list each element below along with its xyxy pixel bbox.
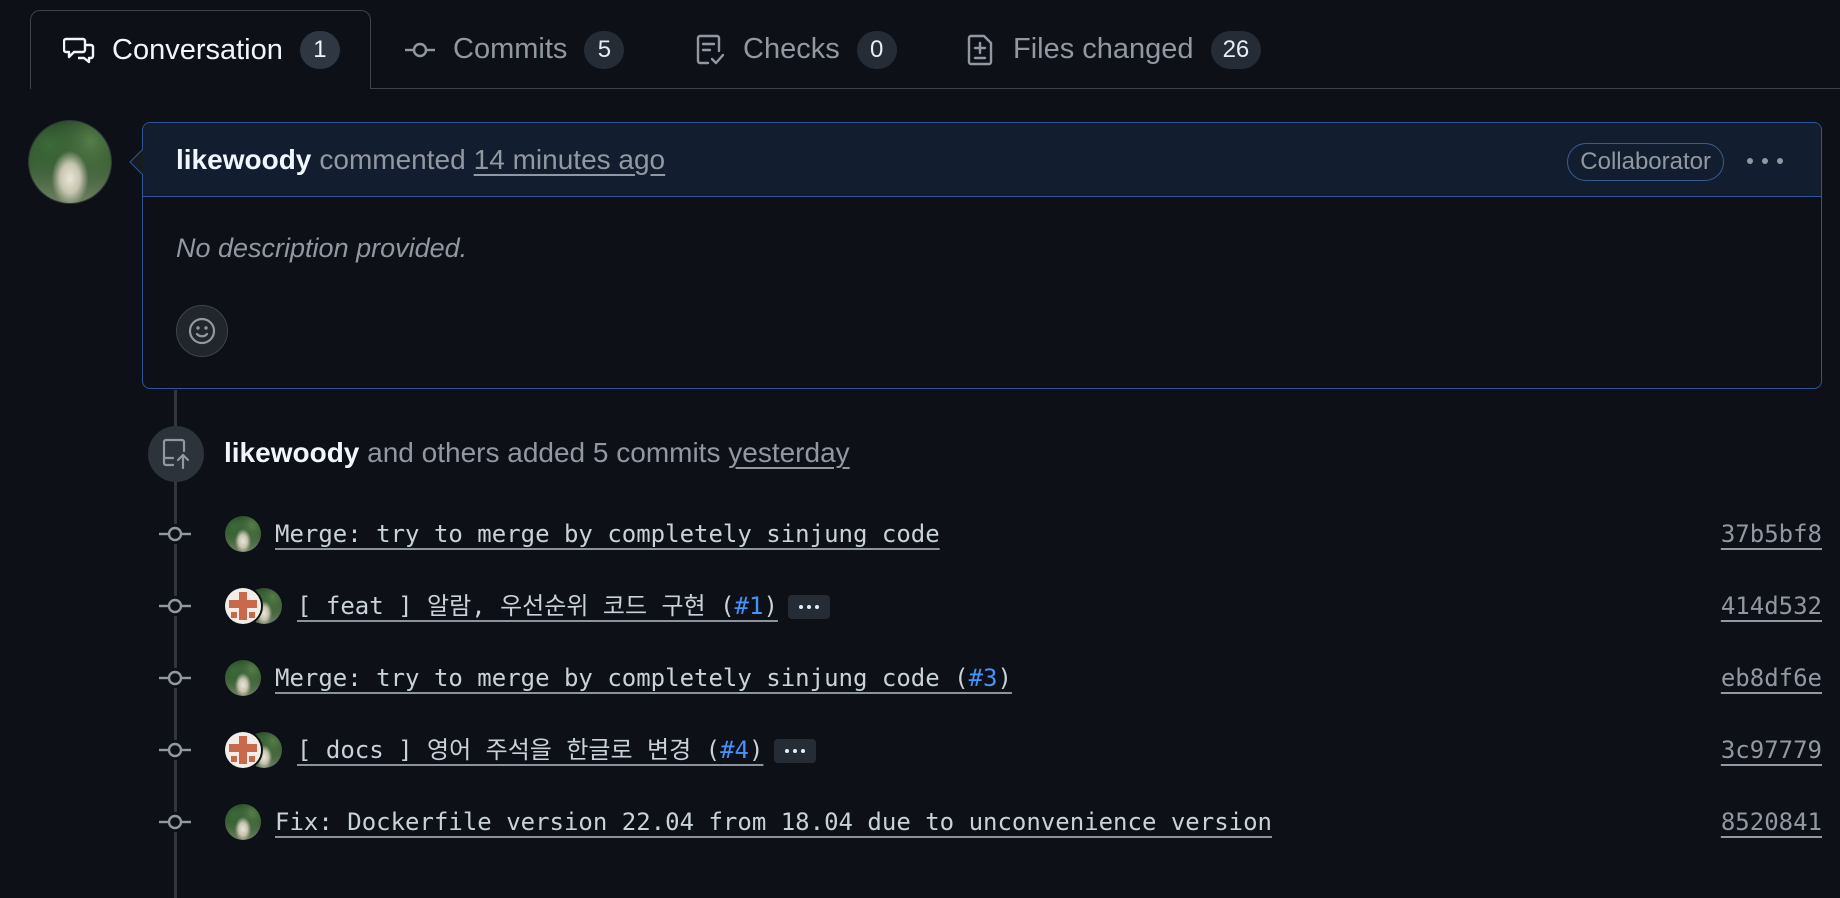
tab-label: Commits: [453, 33, 568, 65]
git-commit-icon: [159, 596, 191, 616]
commit-author-avatar[interactable]: [223, 586, 263, 626]
tab-counter: 1: [299, 31, 340, 69]
avatar-image: [29, 121, 111, 203]
commit-row: [ docs ] 영어 주석을 한글로 변경 (#4) 3c97779: [0, 728, 1840, 772]
commit-row: Merge: try to merge by completely sinjun…: [0, 512, 1840, 556]
commit-message-link[interactable]: Merge: try to merge by completely sinjun…: [275, 514, 940, 554]
comment-timestamp[interactable]: 14 minutes ago: [474, 144, 665, 176]
checklist-icon: [694, 34, 726, 66]
comment-discussion-icon: [63, 34, 95, 66]
file-diff-icon: [964, 34, 996, 66]
comment-action: commented: [319, 143, 466, 175]
git-commit-icon: [159, 812, 191, 832]
commit-message-link[interactable]: [ feat ] 알람, 우선순위 코드 구현 (#1): [297, 586, 778, 626]
kebab-menu-button[interactable]: [1747, 149, 1783, 173]
avatar[interactable]: [28, 120, 112, 204]
commit-message-link[interactable]: Fix: Dockerfile version 22.04 from 18.04…: [275, 802, 1272, 842]
push-timestamp[interactable]: yesterday: [728, 437, 849, 468]
commit-sha-link[interactable]: 37b5bf8: [1721, 514, 1822, 554]
commit-message-link[interactable]: Merge: try to merge by completely sinjun…: [275, 658, 1012, 698]
commit-row: [ feat ] 알람, 우선순위 코드 구현 (#1) 414d532: [0, 584, 1840, 628]
collaborator-badge: Collaborator: [1567, 143, 1724, 181]
commit-author-avatar[interactable]: [223, 802, 263, 842]
push-author[interactable]: likewoody: [224, 437, 359, 468]
commit-author-avatar[interactable]: [223, 514, 263, 554]
commit-sha-link[interactable]: 8520841: [1721, 802, 1822, 842]
expand-commit-message-button[interactable]: [774, 739, 816, 763]
smiley-icon: [188, 317, 216, 345]
issue-link[interactable]: #3: [969, 664, 998, 692]
repo-push-icon: [148, 426, 204, 482]
commit-sha-link[interactable]: 414d532: [1721, 586, 1822, 626]
pr-tabs: Conversation 1 Commits 5 Checks 0 Files …: [0, 0, 1840, 89]
git-commit-icon: [159, 524, 191, 544]
git-commit-icon: [404, 34, 436, 66]
issue-link[interactable]: #4: [720, 736, 749, 764]
git-commit-icon: [159, 740, 191, 760]
git-commit-icon: [159, 668, 191, 688]
tab-label: Checks: [743, 33, 840, 65]
tab-conversation[interactable]: Conversation 1: [30, 10, 371, 89]
comment-body: No description provided.: [176, 233, 468, 263]
tab-label: Files changed: [1013, 33, 1194, 65]
tab-counter: 5: [584, 30, 625, 69]
commit-sha-link[interactable]: eb8df6e: [1721, 658, 1822, 698]
push-description: and others added 5 commits: [367, 437, 721, 468]
tab-counter: 0: [856, 30, 897, 69]
comment-box: likewoody commented 14 minutes ago Colla…: [129, 122, 1822, 389]
expand-commit-message-button[interactable]: [788, 595, 830, 619]
commit-row: Fix: Dockerfile version 22.04 from 18.04…: [0, 800, 1840, 844]
tab-counter: 26: [1210, 30, 1262, 69]
commit-row: Merge: try to merge by completely sinjun…: [0, 656, 1840, 700]
comment-header: likewoody commented 14 minutes ago Colla…: [143, 123, 1821, 197]
commit-message-link[interactable]: [ docs ] 영어 주석을 한글로 변경 (#4): [297, 730, 763, 770]
push-event-text: likewoody and others added 5 commits yes…: [224, 434, 850, 472]
tab-label: Conversation: [112, 33, 283, 66]
commit-author-avatar[interactable]: [223, 658, 263, 698]
add-reaction-button[interactable]: [176, 305, 228, 357]
comment-author[interactable]: likewoody: [176, 144, 311, 176]
tab-commits[interactable]: Commits 5: [404, 10, 625, 89]
issue-link[interactable]: #1: [735, 592, 764, 620]
commit-author-avatar[interactable]: [223, 730, 263, 770]
commit-sha-link[interactable]: 3c97779: [1721, 730, 1822, 770]
tab-files-changed[interactable]: Files changed 26: [964, 10, 1262, 89]
tab-checks[interactable]: Checks 0: [694, 10, 897, 89]
